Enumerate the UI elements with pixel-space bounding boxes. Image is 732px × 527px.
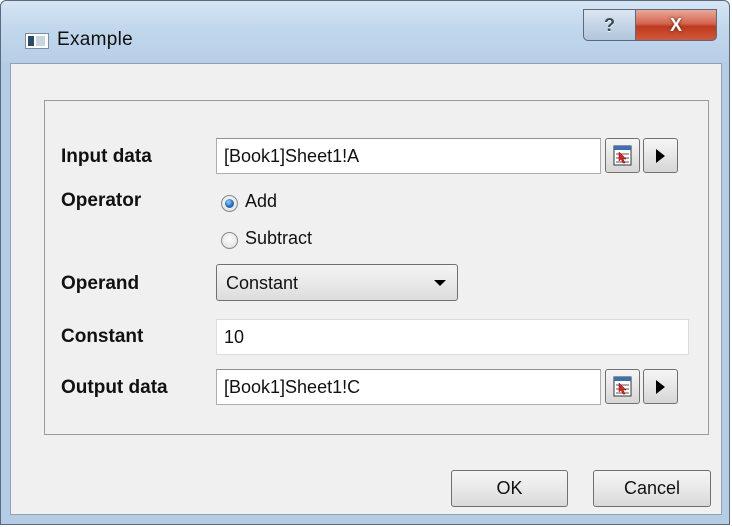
operator-label: Operator — [61, 190, 142, 211]
title-bar[interactable]: Example ? X — [1, 1, 729, 62]
close-button[interactable]: X — [635, 9, 717, 41]
output-data-field[interactable]: [Book1]Sheet1!C — [216, 369, 601, 405]
radio-add[interactable] — [221, 195, 238, 212]
cancel-button[interactable]: Cancel — [593, 470, 711, 507]
input-range-select-button[interactable] — [605, 138, 640, 173]
input-data-field[interactable]: [Book1]Sheet1!A — [216, 138, 601, 174]
input-expand-button[interactable] — [643, 138, 678, 173]
help-button[interactable]: ? — [583, 9, 636, 41]
input-data-label: Input data — [61, 146, 152, 167]
output-data-label: Output data — [61, 377, 168, 398]
ok-button[interactable]: OK — [451, 470, 568, 507]
close-icon: X — [669, 14, 682, 35]
operand-value: Constant — [226, 273, 299, 293]
app-icon — [25, 33, 49, 49]
range-select-icon — [613, 145, 632, 166]
operand-label: Operand — [61, 273, 140, 294]
output-range-select-button[interactable] — [605, 369, 640, 404]
constant-label: Constant — [61, 326, 144, 347]
dialog-body: Input data [Book1]Sheet1!A Operator Add … — [10, 63, 722, 515]
radio-add-label: Add — [245, 191, 278, 211]
radio-subtract-label: Subtract — [245, 228, 313, 248]
chevron-down-icon — [434, 280, 446, 286]
help-icon: ? — [604, 14, 615, 35]
dialog-window: Example ? X Input data [Book1]Sheet1!A O… — [0, 0, 730, 525]
window-title: Example — [57, 29, 134, 50]
play-arrow-icon — [656, 380, 665, 394]
play-arrow-icon — [656, 149, 665, 163]
operand-dropdown[interactable]: Constant — [216, 264, 458, 301]
output-expand-button[interactable] — [643, 369, 678, 404]
constant-field[interactable]: 10 — [216, 319, 689, 355]
radio-subtract[interactable] — [221, 232, 238, 249]
range-select-icon — [613, 376, 632, 397]
